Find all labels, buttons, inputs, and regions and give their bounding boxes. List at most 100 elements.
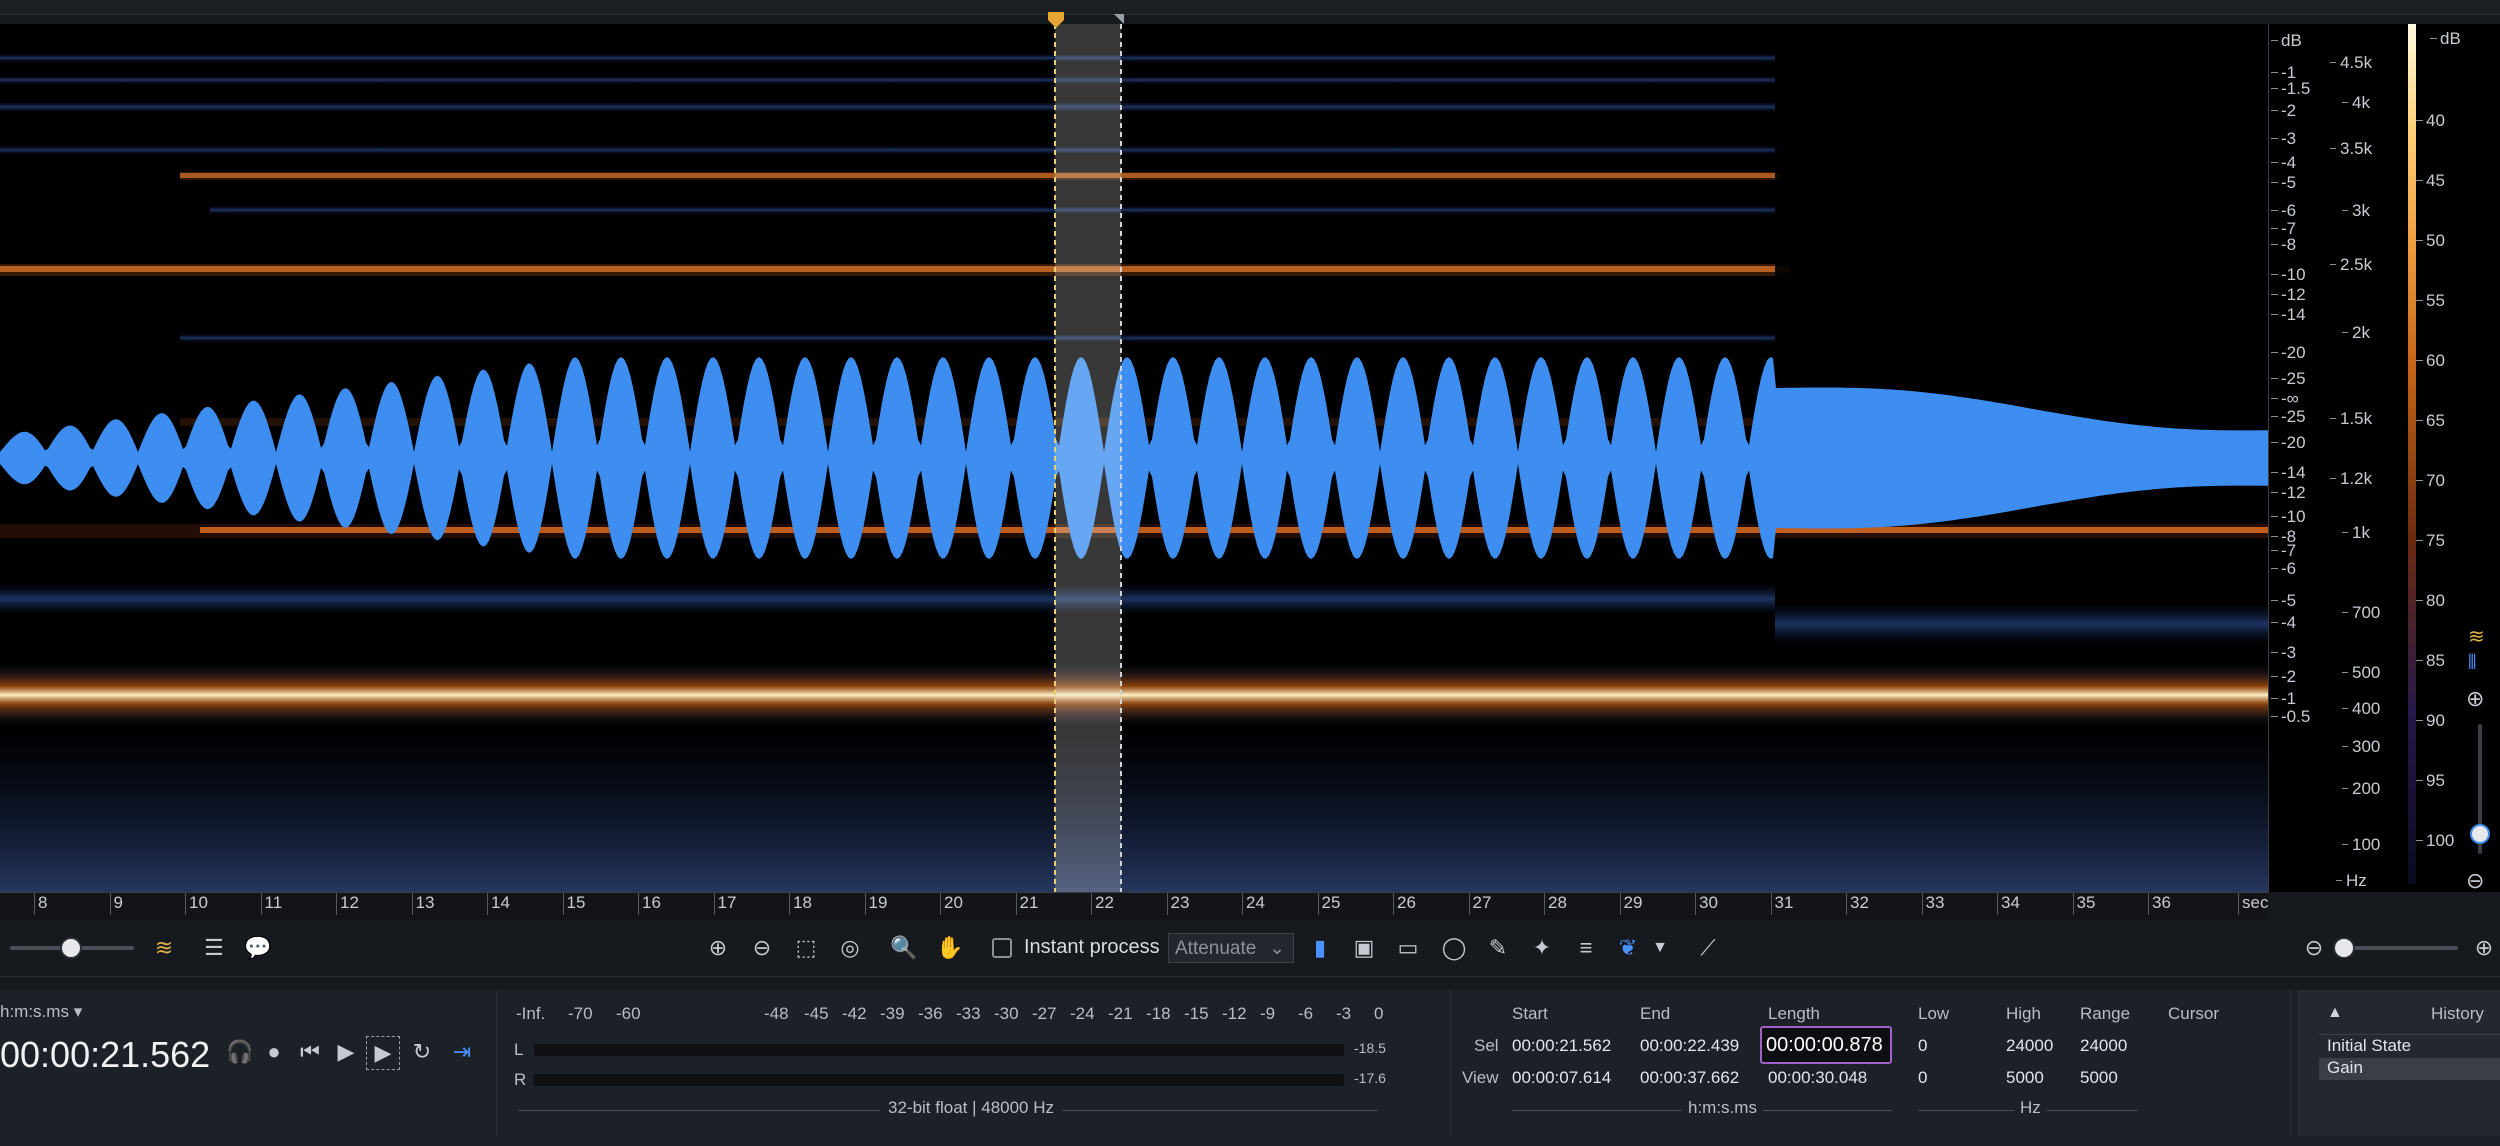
time-tick: 34 (1997, 893, 2020, 915)
envelope-tool-icon[interactable]: ⟋ (1692, 932, 1724, 964)
view-length-field[interactable]: 00:00:30.048 (1768, 1068, 1867, 1088)
db-tick: -5 (2270, 173, 2297, 192)
freq-unit-footer: Hz (2014, 1098, 2047, 1118)
play-icon[interactable]: ▶ (330, 1036, 362, 1068)
auto-scroll-icon[interactable]: ⇥ (446, 1036, 478, 1068)
time-tick: 9 (109, 893, 123, 915)
db-tick: -25 (2271, 407, 2306, 426)
horizontal-zoom-knob-left[interactable] (60, 937, 82, 959)
zoom-selection-icon[interactable]: ⬚ (790, 932, 822, 964)
time-frequency-selection-icon[interactable]: ▣ (1348, 932, 1380, 964)
view-start-field[interactable]: 00:00:07.614 (1512, 1068, 1611, 1088)
meter-bar-l (534, 1044, 1344, 1056)
frequency-selection-icon[interactable]: ▭ (1392, 932, 1424, 964)
view-range-field[interactable]: 5000 (2080, 1068, 2118, 1088)
comment-icon[interactable]: 💬 (242, 932, 274, 964)
sel-length-field[interactable]: 00:00:00.878 (1760, 1026, 1892, 1064)
tool-options-chevron-icon[interactable]: ▼ (1644, 932, 1676, 964)
colorbar-tick: 50 (2416, 231, 2445, 250)
frequency-scale[interactable]: 4.5k 4k 3.5k 3k 2.5k 2k 1.5k 1.2k 1k 700 500 400 300… (2329, 24, 2402, 892)
frequency-panel: Low High Range 0 24000 24000 0 5000 5000… (1914, 990, 2155, 1136)
colorbar-panel: dB 40 45 50 55 60 65 70 75 80 85 90 95 100 ≋ ⫴ ⊕ ⊖ (2402, 24, 2500, 894)
db-tick: -12 (2271, 285, 2306, 304)
time-tick: 29 (1619, 893, 1643, 915)
time-tick: 35 (2072, 893, 2096, 915)
start-header: Start (1512, 1004, 1548, 1023)
zoom-fit-icon[interactable]: ◎ (834, 932, 866, 964)
colorbar-tick: 85 (2416, 651, 2445, 670)
meter-scale-tick: -15 (1184, 1004, 1209, 1023)
go-to-start-icon[interactable]: ⏮ (294, 1036, 326, 1068)
hand-tool-icon[interactable]: ✋ (934, 932, 966, 964)
time-selection[interactable] (1055, 24, 1121, 892)
file-info-icon[interactable]: ☰ (198, 932, 230, 964)
zoom-in-horizontal-icon[interactable]: ⊕ (2468, 932, 2500, 964)
magic-wand-icon[interactable]: ✦ (1526, 932, 1558, 964)
waveform-display-icon[interactable]: ≋ (2468, 624, 2485, 649)
chevron-down-icon: ▾ (73, 1002, 83, 1021)
horizontal-zoom-knob[interactable] (2333, 937, 2355, 959)
hz-tick: 4k (2342, 93, 2370, 112)
meter-scale-tick: -45 (804, 1004, 829, 1023)
db-tick: -3 (2270, 643, 2297, 662)
time-tick: 36 (2148, 893, 2171, 915)
db-tick: -8 (2270, 235, 2297, 254)
end-header: End (1640, 1004, 1671, 1023)
time-ruler[interactable]: 8 9 10 11 12 13 14 15 16 17 18 19 20 21 22 23 24 25 26 27 28… (0, 892, 2268, 921)
harmonic-selection-icon[interactable]: ≡ (1570, 932, 1602, 964)
colorbar-tick: 80 (2416, 591, 2445, 610)
time-selection-tool-icon[interactable]: ▮ (1304, 932, 1336, 964)
vertical-zoom-knob[interactable] (2470, 824, 2490, 844)
sel-low-field[interactable]: 0 (1918, 1036, 1927, 1056)
sel-high-field[interactable]: 24000 (2006, 1036, 2053, 1056)
collapse-arrow-icon[interactable]: ▲ (2327, 1004, 2343, 1022)
zoom-out-vertical-icon[interactable]: ⊖ (2466, 868, 2484, 894)
hz-tick: 400 (2341, 699, 2381, 718)
zoom-out-icon[interactable]: ⊖ (746, 932, 778, 964)
time-tick: 23 (1166, 893, 1190, 915)
history-item-gain[interactable]: Gain (2319, 1058, 2500, 1080)
view-low-field[interactable]: 0 (1918, 1068, 1927, 1088)
attenuate-dropdown[interactable]: Attenuate ⌄ (1168, 933, 1294, 963)
meter-scale-tick: -60 (616, 1004, 641, 1023)
time-tick: 21 (1015, 893, 1039, 915)
loop-icon[interactable]: ↻ (406, 1036, 438, 1068)
brush-tool-icon[interactable]: ✎ (1482, 932, 1514, 964)
zoom-out-horizontal-icon[interactable]: ⊖ (2298, 932, 2330, 964)
colorbar-tick: 100 (2415, 831, 2455, 850)
amplitude-scale[interactable]: dB -1 -1.5 -2 -3 -4 -5 -6 -7 -8 -10 -12 -14 -20 -25 -∞… (2268, 24, 2331, 892)
history-item-initial-state[interactable]: Initial State (2327, 1036, 2411, 1056)
spectrogram-display-icon[interactable]: ⫴ (2468, 652, 2476, 675)
playhead-marker[interactable] (1044, 8, 1134, 30)
sel-end-field[interactable]: 00:00:22.439 (1640, 1036, 1739, 1056)
view-end-field[interactable]: 00:00:37.662 (1640, 1068, 1739, 1088)
play-selection-icon[interactable]: ▶ (366, 1036, 400, 1070)
colorbar-tick: 90 (2416, 711, 2445, 730)
db-tick: -14 (2271, 305, 2306, 324)
record-icon[interactable]: ● (258, 1036, 290, 1068)
colorbar-tick: 95 (2416, 771, 2445, 790)
meter-scale-tick: -33 (956, 1004, 981, 1023)
selection-panel: Start End Length Sel 00:00:21.562 00:00:… (1454, 990, 1915, 1136)
db-tick: -6 (2270, 559, 2297, 578)
time-format-selector[interactable]: h:m:s.ms ▾ (0, 1002, 82, 1022)
sel-range-field[interactable]: 24000 (2080, 1036, 2127, 1056)
db-tick: -4 (2270, 613, 2297, 632)
lasso-tool-icon[interactable]: ◯ (1438, 932, 1470, 964)
spectral-brush-icon[interactable]: ❦ (1612, 932, 1644, 964)
zoom-in-vertical-icon[interactable]: ⊕ (2466, 686, 2484, 712)
sel-label: Sel (1474, 1036, 1499, 1055)
view-high-field[interactable]: 5000 (2006, 1068, 2044, 1088)
instant-process-checkbox[interactable] (992, 938, 1012, 958)
time-tick: 13 (411, 893, 435, 915)
headphones-icon[interactable]: 🎧 (224, 1036, 256, 1068)
zoom-in-icon[interactable]: ⊕ (702, 932, 734, 964)
meter-scale-tick: -36 (918, 1004, 943, 1023)
chevron-down-icon: ⌄ (1269, 938, 1285, 959)
time-tick: 25 (1317, 893, 1341, 915)
sel-start-field[interactable]: 00:00:21.562 (1512, 1036, 1611, 1056)
spectrogram-view[interactable] (0, 24, 2268, 892)
waveform-toggle-icon[interactable]: ≋ (148, 932, 180, 964)
time-tick: 27 (1468, 893, 1492, 915)
zoom-tool-icon[interactable]: 🔍 (888, 932, 920, 964)
